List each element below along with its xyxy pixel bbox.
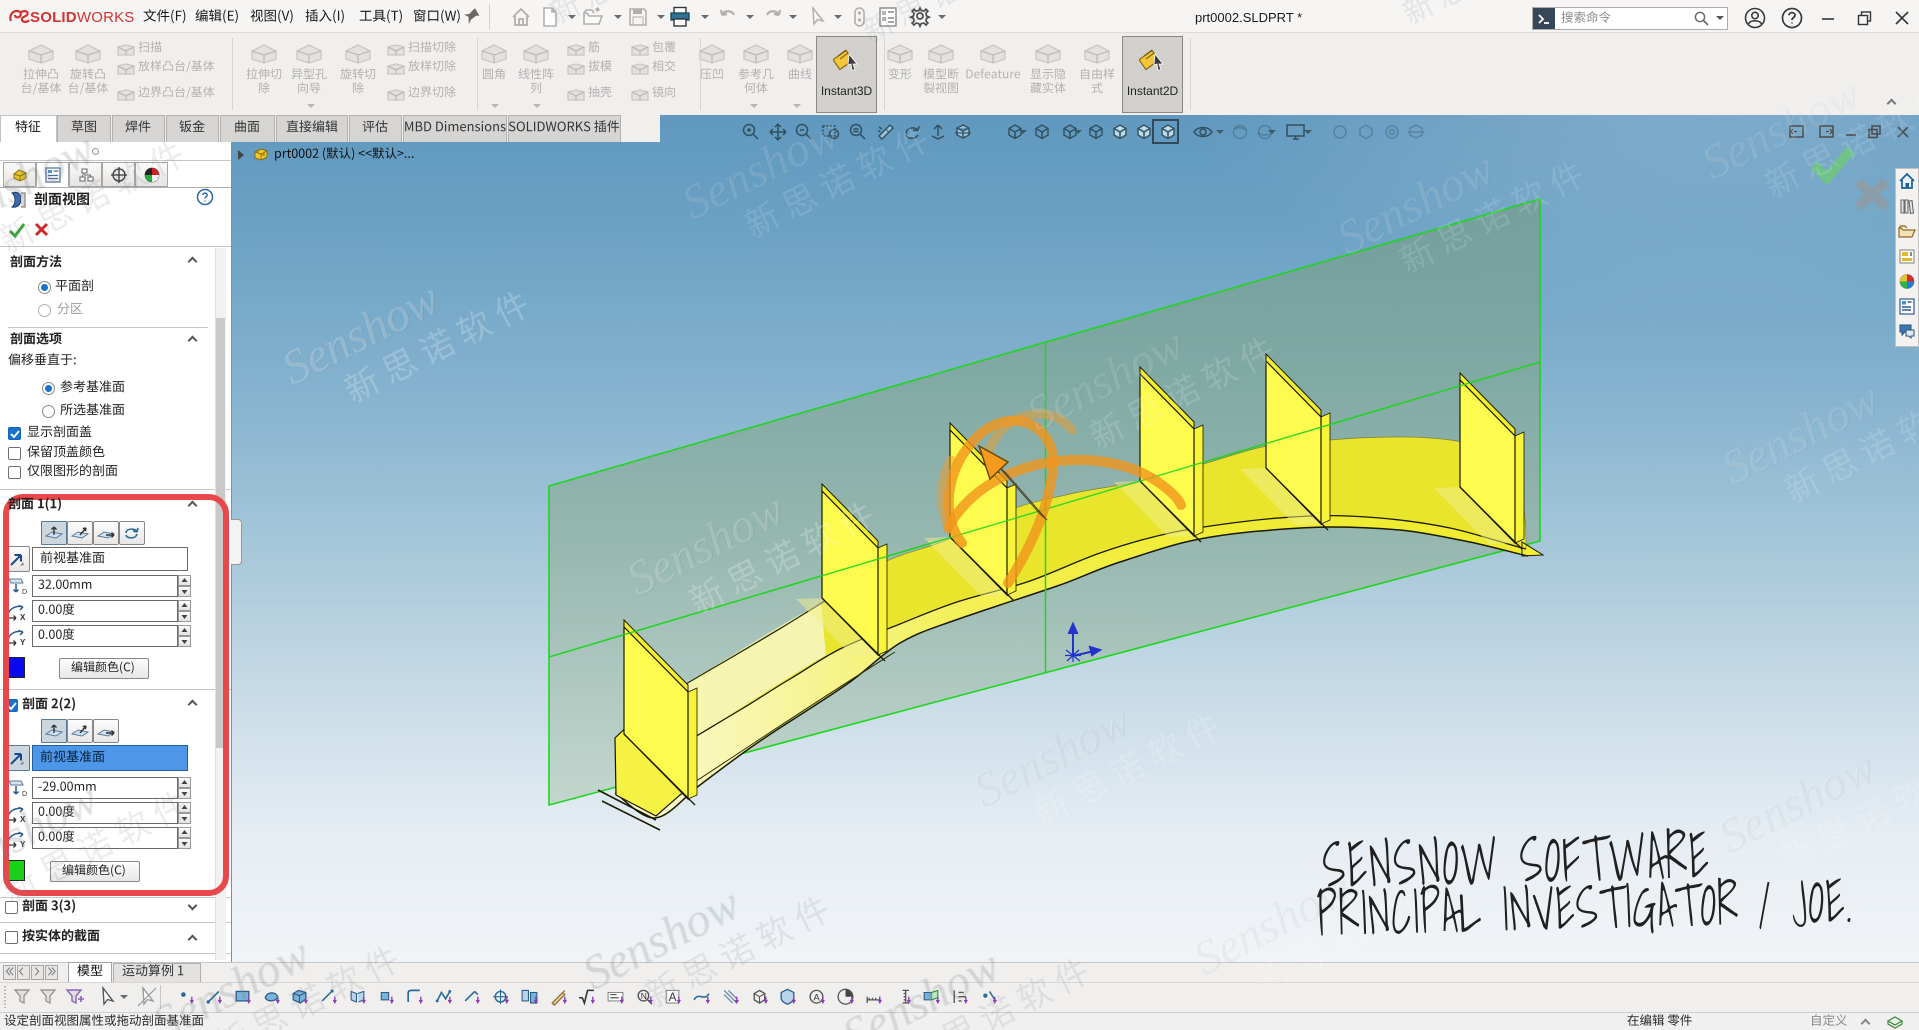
svg-text:A: A	[669, 991, 677, 1004]
svg-text:A: A	[813, 992, 820, 1003]
svg-text:N: N	[641, 991, 647, 1001]
